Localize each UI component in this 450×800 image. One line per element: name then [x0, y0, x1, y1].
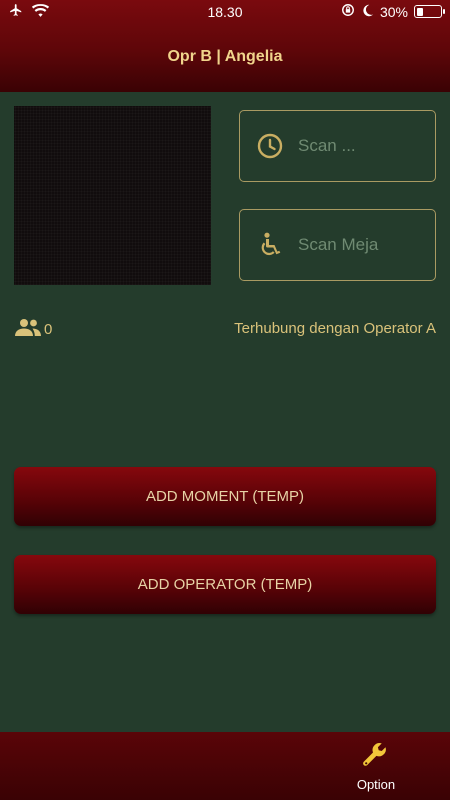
camera-preview	[14, 106, 211, 285]
bottom-nav: Option	[0, 732, 450, 800]
scan-meja-label: Scan Meja	[298, 235, 379, 254]
participant-count-value: 0	[44, 321, 53, 338]
scan-button-label: Scan ...	[298, 136, 356, 155]
wheelchair-icon	[256, 231, 284, 259]
connection-status: Terhubung dengan Operator A	[234, 320, 436, 337]
scan-meja-button[interactable]: Scan Meja	[239, 209, 436, 281]
add-operator-button[interactable]: ADD OPERATOR (TEMP)	[14, 555, 436, 614]
people-icon	[14, 318, 42, 341]
moon-icon	[361, 4, 374, 20]
info-row: 0 Terhubung dengan Operator A	[14, 318, 436, 340]
clock-icon	[256, 132, 284, 160]
add-moment-button[interactable]: ADD MOMENT (TEMP)	[14, 467, 436, 526]
page-title: Opr B | Angelia	[167, 48, 283, 65]
battery-icon	[414, 5, 445, 18]
orientation-lock-icon	[341, 3, 355, 20]
wrench-icon	[362, 743, 390, 774]
option-label: Option	[356, 777, 396, 792]
participant-count: 0	[14, 318, 52, 341]
battery-percent: 30%	[379, 3, 408, 20]
scan-button[interactable]: Scan ...	[239, 110, 436, 182]
app-header: 18.30 30% Opr B | Angelia	[0, 0, 450, 92]
battery-level	[416, 7, 424, 16]
status-right: 30%	[341, 3, 445, 20]
app-screen: 18.30 30% Opr B | Angelia Scan ... Scan …	[0, 0, 450, 800]
option-nav-item[interactable]: Option	[354, 742, 398, 792]
status-bar: 18.30 30%	[0, 0, 450, 24]
